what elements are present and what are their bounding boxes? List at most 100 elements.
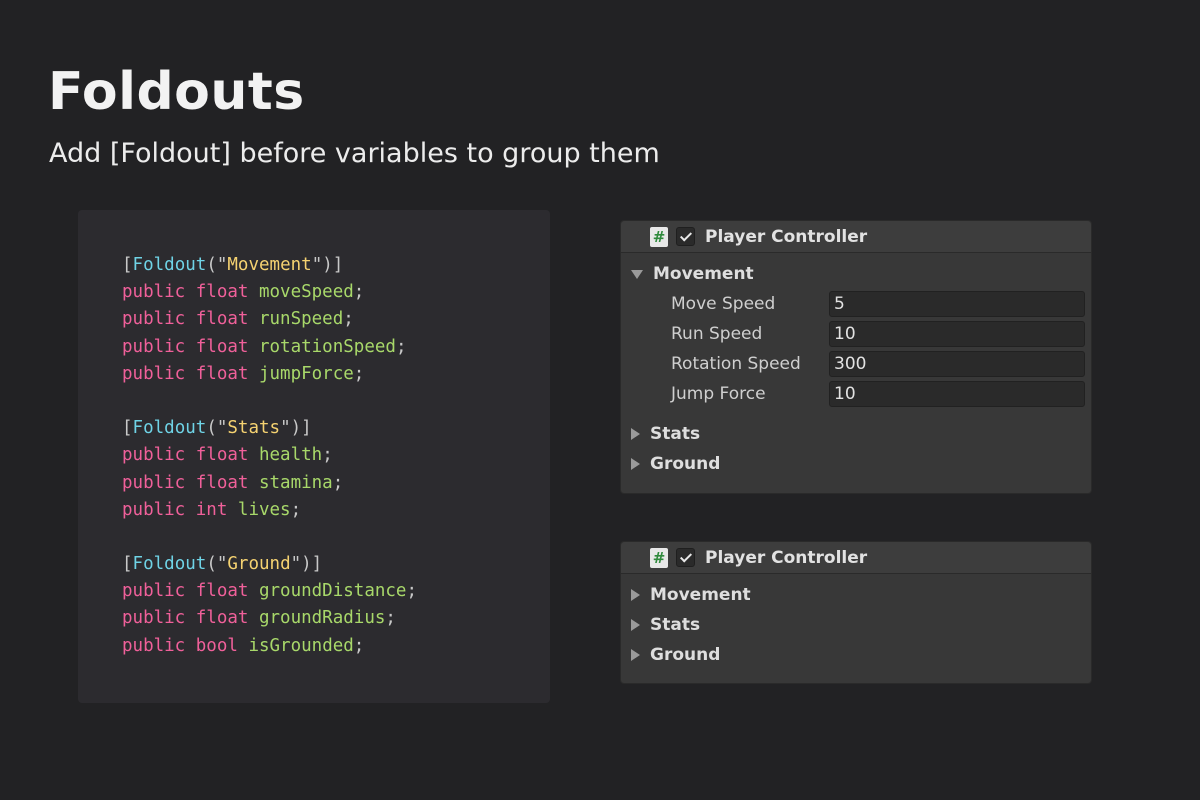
code-token: jumpForce: [258, 363, 354, 384]
code-token: ;: [406, 581, 418, 602]
code-token: ")]: [280, 418, 312, 439]
code-line: public int lives;: [122, 497, 417, 524]
foldout-label: Ground: [650, 645, 721, 665]
code-token: ;: [322, 445, 333, 466]
component-header[interactable]: # Player Controller: [621, 221, 1091, 253]
foldout-label: Ground: [650, 454, 721, 474]
foldout-ground[interactable]: Ground: [621, 640, 1091, 670]
foldout-stats[interactable]: Stats: [621, 419, 1091, 449]
foldout-label: Movement: [653, 264, 754, 284]
field-rotation-speed: Rotation Speed 300: [621, 349, 1091, 379]
run-speed-input[interactable]: 10: [829, 321, 1085, 347]
foldout-collapsed-arrow-icon: [631, 458, 640, 470]
foldout-label: Stats: [650, 424, 701, 444]
component-header[interactable]: # Player Controller: [621, 542, 1091, 574]
code-token: ;: [290, 499, 302, 520]
code-panel: [Foldout("Movement")] public float moveSp…: [78, 210, 550, 703]
code-token: public float: [122, 309, 259, 330]
code-token: public float: [122, 472, 259, 493]
code-token: (": [206, 554, 228, 575]
code-token: [: [122, 554, 133, 575]
code-token: ;: [353, 282, 365, 303]
code-token: public float: [122, 445, 259, 466]
code-line: public bool isGrounded;: [122, 633, 417, 660]
code-token: [: [122, 418, 133, 439]
code-token: ")]: [311, 255, 344, 275]
code-token: rotationSpeed: [258, 336, 396, 357]
foldout-stats[interactable]: Stats: [621, 610, 1091, 640]
jump-force-input[interactable]: 10: [829, 381, 1085, 407]
field-label: Move Speed: [671, 294, 776, 314]
code-line: public float stamina;: [122, 470, 417, 497]
code-token: stamina: [258, 472, 333, 493]
code-token: ;: [343, 309, 354, 330]
rotation-speed-input[interactable]: 300: [829, 351, 1085, 377]
code-token: isGrounded: [248, 635, 354, 656]
enabled-checkbox[interactable]: [676, 227, 695, 246]
foldout-collapsed-arrow-icon: [631, 589, 640, 601]
code-token: Stats: [227, 418, 281, 439]
code-line: public float moveSpeed;: [122, 279, 417, 306]
code-token: groundRadius: [258, 608, 386, 629]
move-speed-input[interactable]: 5: [829, 291, 1085, 317]
code-token: (": [206, 418, 228, 439]
code-token: health: [258, 445, 323, 466]
foldout-movement[interactable]: Movement: [621, 580, 1091, 610]
page-title: Foldouts: [48, 62, 305, 122]
code-token: ;: [385, 608, 396, 629]
component-title: Player Controller: [705, 547, 868, 568]
inspector-collapsed: # Player Controller Movement Stats Groun…: [620, 541, 1092, 684]
field-label: Jump Force: [671, 384, 766, 404]
field-label: Rotation Speed: [671, 354, 801, 374]
code-line: public float groundRadius;: [122, 605, 417, 632]
code-token: public float: [122, 363, 259, 384]
code-token: ")]: [290, 554, 323, 575]
code-token: public float: [122, 336, 259, 357]
component-title: Player Controller: [705, 226, 868, 247]
code-token: ;: [353, 363, 365, 384]
code-token: (": [206, 255, 228, 275]
code-token: Ground: [227, 554, 291, 575]
code-token: ;: [395, 336, 407, 357]
foldout-expanded-arrow-icon: [631, 269, 643, 279]
code-line: [Foldout("Movement")]: [122, 252, 417, 279]
foldout-collapsed-arrow-icon: [631, 619, 640, 631]
code-token: lives: [237, 499, 291, 520]
foldout-ground[interactable]: Ground: [621, 449, 1091, 479]
code-token: public float: [122, 581, 259, 602]
inspector-expanded: # Player Controller Movement Move Speed …: [620, 220, 1092, 494]
code-line: public float runSpeed;: [122, 306, 417, 333]
page-subtitle: Add [Foldout] before variables to group …: [49, 138, 660, 169]
code-token: moveSpeed: [258, 282, 354, 303]
code-token: public float: [122, 282, 259, 303]
code-token: ;: [332, 472, 344, 493]
field-label: Run Speed: [671, 324, 763, 344]
foldout-movement[interactable]: Movement: [621, 259, 1091, 289]
enabled-checkbox[interactable]: [676, 548, 695, 567]
code-token: Movement: [227, 255, 312, 275]
code-line: public float rotationSpeed;: [122, 334, 417, 361]
code-line: public float health;: [122, 442, 417, 469]
code-token: Foldout: [132, 255, 207, 275]
code-line: public float groundDistance;: [122, 578, 417, 605]
code-line: [Foldout("Stats")]: [122, 415, 417, 442]
code-line: public float jumpForce;: [122, 361, 417, 388]
script-icon: #: [650, 547, 668, 568]
code-token: public bool: [122, 635, 249, 656]
code-token: Foldout: [132, 554, 207, 575]
code-token: groundDistance: [258, 581, 407, 602]
script-icon: #: [650, 226, 668, 247]
field-jump-force: Jump Force 10: [621, 379, 1091, 409]
code-token: Foldout: [132, 418, 207, 439]
code-line: [Foldout("Ground")]: [122, 551, 417, 578]
foldout-label: Movement: [650, 585, 751, 605]
code-token: runSpeed: [258, 309, 344, 330]
code-block: [Foldout("Movement")] public float moveSp…: [122, 252, 417, 660]
code-token: ;: [353, 635, 365, 656]
field-move-speed: Move Speed 5: [621, 289, 1091, 319]
foldout-collapsed-arrow-icon: [631, 649, 640, 661]
foldout-collapsed-arrow-icon: [631, 428, 640, 440]
foldout-label: Stats: [650, 615, 701, 635]
